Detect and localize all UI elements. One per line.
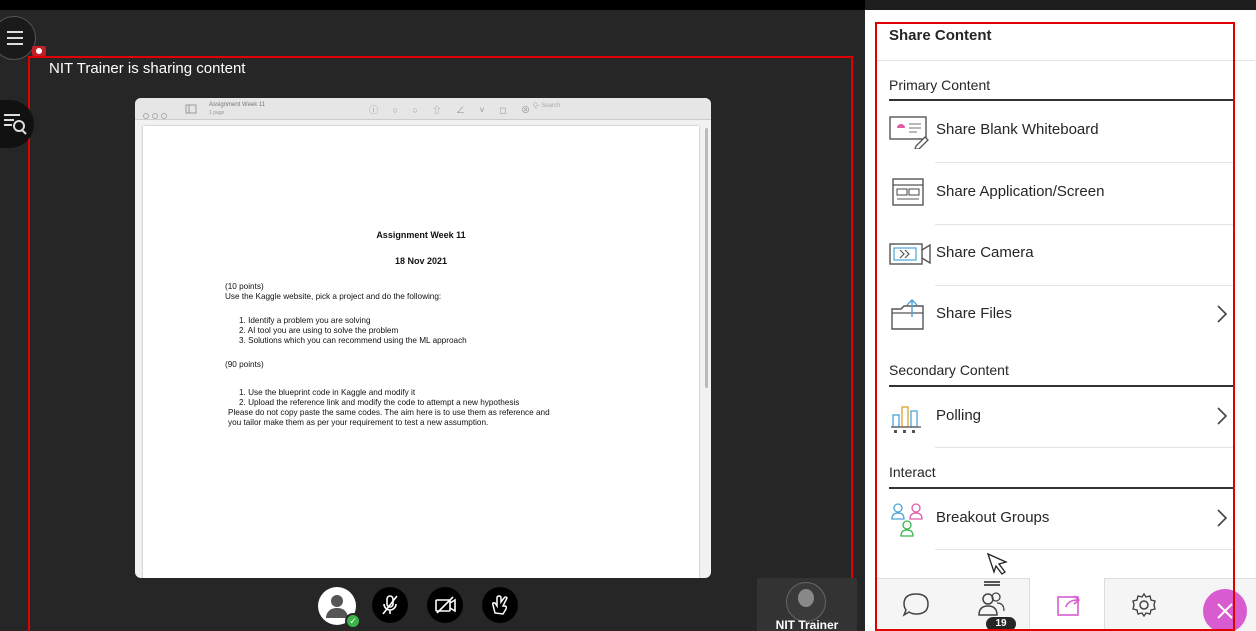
document-title: Assignment Week 11 bbox=[376, 230, 466, 240]
part2-note-line: you tailor make them as per your require… bbox=[228, 418, 489, 427]
sharing-status-label: NIT Trainer is sharing content bbox=[49, 60, 246, 77]
panel-highlight-outline bbox=[875, 22, 1235, 631]
document-toolbar-subtitle: 1 page bbox=[209, 110, 225, 116]
list-item: 1. Identify a problem you are solving bbox=[239, 316, 371, 325]
my-status-button[interactable]: ✓ bbox=[318, 587, 361, 629]
list-item: 1. Use the blueprint code in Kaggle and … bbox=[239, 388, 416, 397]
camera-off-icon bbox=[435, 596, 456, 614]
document-toolbar-title: Assignment Week 11 bbox=[209, 102, 266, 108]
part2-note-line: Please do not copy paste the same codes.… bbox=[228, 408, 550, 417]
find-icon bbox=[4, 114, 27, 135]
raise-hand-button[interactable] bbox=[482, 587, 518, 623]
window-controls bbox=[143, 106, 170, 124]
top-strip bbox=[0, 0, 865, 10]
hand-icon bbox=[492, 595, 508, 615]
avatar bbox=[331, 595, 343, 607]
document-page: Assignment Week 11 18 Nov 2021 (10 point… bbox=[143, 126, 699, 578]
document-toolbar: Assignment Week 11 1 page ⓘ ○ ○ ⇧ ∠ ˅ ◻ … bbox=[135, 98, 711, 120]
menu-icon-line bbox=[7, 37, 23, 39]
part2-points: (90 points) bbox=[225, 360, 264, 369]
active-speaker-tile[interactable]: NIT Trainer bbox=[757, 578, 857, 631]
camera-button[interactable] bbox=[427, 587, 463, 623]
menu-icon-line bbox=[7, 43, 23, 45]
document-search: Q- Search bbox=[533, 103, 561, 109]
list-item: 2. Upload the reference link and modify … bbox=[239, 398, 520, 407]
document-scrollbar[interactable] bbox=[705, 128, 708, 388]
part1-intro: Use the Kaggle website, pick a project a… bbox=[225, 292, 442, 301]
list-item: 3. Solutions which you can recommend usi… bbox=[239, 336, 467, 345]
list-item: 2. AI tool you are using to solve the pr… bbox=[239, 326, 399, 335]
avatar bbox=[786, 582, 826, 622]
part1-points: (10 points) bbox=[225, 282, 264, 291]
document-toolbar-icons: ⓘ ○ ○ ⇧ ∠ ˅ ◻ ⊗ bbox=[369, 105, 537, 115]
sidebar-toggle-icon bbox=[185, 104, 197, 114]
microphone-button[interactable] bbox=[372, 587, 408, 623]
speaker-name: NIT Trainer bbox=[775, 618, 839, 631]
status-check-icon: ✓ bbox=[345, 613, 361, 629]
document-date: 18 Nov 2021 bbox=[394, 256, 448, 266]
mic-off-icon bbox=[382, 595, 398, 615]
menu-icon-line bbox=[7, 31, 23, 33]
recording-icon bbox=[32, 46, 46, 56]
shared-document-window: Assignment Week 11 1 page ⓘ ○ ○ ⇧ ∠ ˅ ◻ … bbox=[135, 98, 711, 578]
